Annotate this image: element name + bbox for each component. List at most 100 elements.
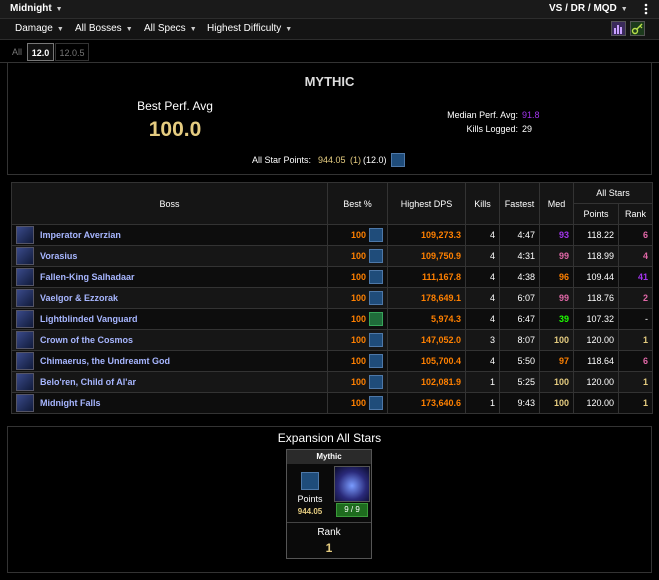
class-icon[interactable] — [611, 21, 626, 36]
points-cell: 120.00 — [573, 329, 619, 351]
med-value: 100 — [553, 335, 569, 345]
difficulty-dropdown[interactable]: Highest Difficulty ▼ — [207, 23, 292, 34]
difficulty-title: MYTHIC — [304, 74, 355, 89]
boss-name-link[interactable]: Fallen-King Salhadaar — [40, 272, 135, 282]
spec-dropdown[interactable]: All Specs ▼ — [144, 23, 197, 34]
kills-value: 4 — [489, 314, 495, 324]
boss-name-link[interactable]: Vorasius — [40, 251, 77, 261]
rank-cell: 41 — [617, 266, 654, 288]
points-value: 120.00 — [586, 377, 614, 387]
points-cell: 120.00 — [573, 392, 619, 414]
med-value: 39 — [558, 314, 569, 324]
kills-value: 1 — [489, 398, 495, 408]
med-value: 96 — [558, 272, 569, 282]
boss-icon — [16, 310, 34, 328]
boss-dropdown[interactable]: All Bosses ▼ — [75, 23, 133, 34]
dps-value: 105,700.4 — [420, 356, 461, 366]
fastest-cell: 4:38 — [499, 266, 540, 288]
table-row[interactable]: Lightblinded Vanguard 100 5,974.3 4 6:47… — [11, 308, 654, 330]
header-boss[interactable]: Boss — [11, 182, 328, 225]
tab-12-0[interactable]: 12.0 — [27, 43, 54, 61]
table-row[interactable]: Crown of the Cosmos 100 147,052.0 3 8:07… — [11, 329, 654, 351]
boss-name-link[interactable]: Belo'ren, Child of Al'ar — [40, 377, 136, 387]
fastest-value: 5:25 — [517, 377, 535, 387]
table-row[interactable]: Fallen-King Salhadaar 100 111,167.8 4 4:… — [11, 266, 654, 288]
metric-dropdown[interactable]: Damage ▼ — [15, 23, 64, 34]
best-value: 100 — [350, 230, 366, 240]
card-divider — [287, 522, 371, 523]
spec-icon[interactable] — [369, 249, 383, 263]
rank-cell: 1 — [617, 392, 654, 414]
boss-name-link[interactable]: Midnight Falls — [40, 398, 101, 408]
tab-all[interactable]: All — [7, 43, 27, 61]
vertical-menu-icon[interactable] — [640, 3, 652, 15]
spec-icon[interactable] — [369, 312, 383, 326]
table-row[interactable]: Vaelgor & Ezzorak 100 178,649.1 4 6:07 9… — [11, 287, 654, 309]
fastest-cell: 4:47 — [499, 224, 540, 246]
header-med[interactable]: Med — [539, 182, 574, 225]
boss-cell: Vorasius — [11, 245, 328, 267]
boss-name-link[interactable]: Vaelgor & Ezzorak — [40, 293, 118, 303]
med-cell: 96 — [539, 266, 574, 288]
best-cell: 100 — [327, 266, 388, 288]
fastest-value: 8:07 — [517, 335, 535, 345]
kills-cell: 1 — [465, 392, 500, 414]
spec-icon[interactable] — [369, 354, 383, 368]
tab-12-0-5[interactable]: 12.0.5 — [55, 43, 89, 61]
spec-icon — [391, 153, 405, 167]
points-value: 118.99 — [587, 251, 614, 261]
chevron-down-icon: ▼ — [125, 26, 133, 33]
expansion-dropdown[interactable]: Midnight ▼ — [10, 3, 63, 14]
kills-cell: 4 — [465, 308, 500, 330]
spec-icon[interactable] — [369, 270, 383, 284]
boss-name-link[interactable]: Lightblinded Vanguard — [40, 314, 138, 324]
dps-value: 147,052.0 — [420, 335, 461, 345]
kills-value: 4 — [489, 251, 495, 261]
header-kills[interactable]: Kills — [465, 182, 500, 225]
dps-cell: 102,081.9 — [387, 371, 466, 393]
boss-name-link[interactable]: Chimaerus, the Undreamt God — [40, 356, 170, 366]
chevron-down-icon: ▼ — [55, 6, 63, 13]
boss-name-link[interactable]: Imperator Averzian — [40, 230, 121, 240]
spec-icon[interactable] — [369, 375, 383, 389]
points-value: 118.64 — [587, 356, 614, 366]
median-value: 91.8 — [522, 110, 540, 120]
table-row[interactable]: Imperator Averzian 100 109,273.3 4 4:47 … — [11, 224, 654, 246]
allstar-value: 944.05 — [318, 155, 346, 165]
header-best[interactable]: Best % — [327, 182, 388, 225]
best-cell: 100 — [327, 392, 388, 414]
dps-cell: 105,700.4 — [387, 350, 466, 372]
dps-cell: 5,974.3 — [387, 308, 466, 330]
best-value: 100 — [350, 314, 366, 324]
spec-icon[interactable] — [369, 228, 383, 242]
kills-value: 29 — [522, 124, 533, 134]
key-icon[interactable] — [630, 21, 645, 36]
table-row[interactable]: Vorasius 100 109,750.9 4 4:31 99 118.99 … — [11, 245, 654, 267]
character-dropdown[interactable]: VS / DR / MQD ▼ — [549, 3, 628, 14]
card-rank-value: 1 — [325, 541, 333, 555]
spec-icon[interactable] — [369, 396, 383, 410]
table-row[interactable]: Midnight Falls 100 173,640.6 1 9:43 100 … — [11, 392, 654, 414]
table-row[interactable]: Belo'ren, Child of Al'ar 100 102,081.9 1… — [11, 371, 654, 393]
best-cell: 100 — [327, 287, 388, 309]
boss-icon — [16, 268, 34, 286]
table-row[interactable]: Chimaerus, the Undreamt God 100 105,700.… — [11, 350, 654, 372]
header-dps[interactable]: Highest DPS — [387, 182, 466, 225]
best-cell: 100 — [327, 245, 388, 267]
summary-panel: MYTHIC Best Perf. Avg 100.0 Median Perf.… — [7, 62, 652, 175]
boss-name-link[interactable]: Crown of the Cosmos — [40, 335, 133, 345]
header-rank[interactable]: Rank — [617, 203, 654, 225]
spec-icon[interactable] — [369, 333, 383, 347]
header-fastest[interactable]: Fastest — [499, 182, 540, 225]
patch-tabs: All 12.0 12.0.5 — [0, 40, 659, 63]
best-perf-label: Best Perf. Avg — [137, 99, 213, 113]
kills-cell: 4 — [465, 224, 500, 246]
spec-icon[interactable] — [369, 291, 383, 305]
fastest-value: 6:07 — [517, 293, 535, 303]
boss-cell: Imperator Averzian — [11, 224, 328, 246]
best-value: 100 — [350, 272, 366, 282]
header-points[interactable]: Points — [573, 203, 619, 225]
rank-value: - — [645, 314, 649, 324]
rank-value: 4 — [643, 251, 649, 261]
card-title: Mythic — [287, 450, 371, 464]
